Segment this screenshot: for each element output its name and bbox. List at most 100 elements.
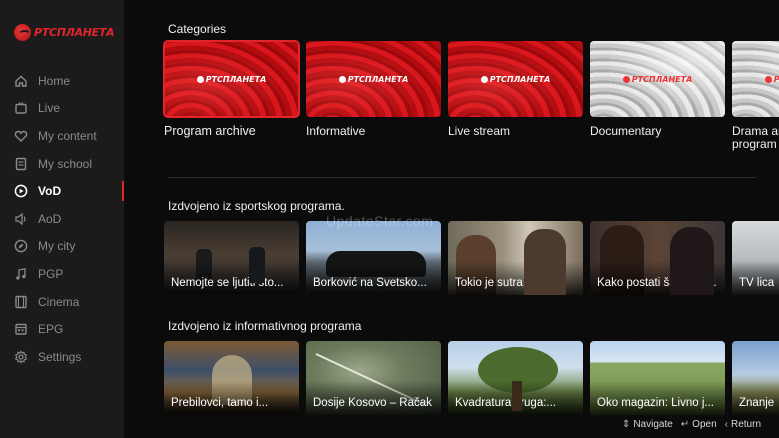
video-card[interactable]: TV lica — [732, 221, 779, 295]
video-card[interactable]: Kvadratura kruga:... — [448, 341, 583, 415]
gear-icon — [14, 349, 28, 364]
hint-open-label: Open — [692, 419, 717, 430]
category-card[interactable]: РТСПЛАНЕТА Informative — [306, 41, 441, 151]
video-card[interactable]: Tokio je sutra, ljudi:... — [448, 221, 583, 295]
category-label: Program archive — [164, 124, 256, 138]
video-thumbnail: Dosije Kosovo – Račak — [306, 341, 441, 415]
hint-navigate-label: Navigate — [633, 419, 673, 430]
brand-logo: РТСПЛАНЕТА — [306, 75, 441, 84]
info-row: Prebilovci, tamo i... Dosije Kosovo – Ra… — [164, 341, 779, 415]
sidebar-item-aod[interactable]: AoD — [0, 205, 124, 233]
video-thumbnail: Kvadratura kruga:... — [448, 341, 583, 415]
hint-navigate: ⇕ Navigate — [622, 419, 673, 430]
video-thumbnail: Borković na Svetsko... — [306, 221, 441, 295]
hint-return: ‹ Return — [725, 419, 761, 430]
sidebar-item-label: Live — [38, 101, 61, 116]
logo-mark-icon — [14, 24, 31, 41]
video-title: Prebilovci, tamo i... — [171, 397, 269, 409]
video-title: Kako postati šampion... — [597, 277, 717, 289]
sidebar-item-pgp[interactable]: PGP — [0, 260, 124, 288]
video-card[interactable]: Borković na Svetsko... — [306, 221, 441, 295]
sidebar: РТСПЛАНЕТА Home Live My content My schoo… — [0, 0, 124, 438]
video-card[interactable]: Oko magazin: Livno j... — [590, 341, 725, 415]
video-title: Borković na Svetsko... — [313, 277, 427, 289]
category-card[interactable]: РТСПЛАНЕТА Program archive — [163, 40, 300, 151]
video-title: Oko magazin: Livno j... — [597, 397, 714, 409]
sidebar-item-label: My school — [38, 156, 93, 171]
category-card[interactable]: РТСПЛАНЕТА Documentary — [590, 41, 725, 151]
video-card[interactable]: Kako postati šampion... — [590, 221, 725, 295]
speaker-icon — [14, 212, 28, 226]
video-thumbnail: Tokio je sutra, ljudi:... — [448, 221, 583, 295]
sidebar-item-settings[interactable]: Settings — [0, 343, 124, 371]
brand-logo: РТСПЛАНЕТА — [590, 75, 725, 84]
sidebar-item-vod[interactable]: VoD — [0, 177, 124, 205]
video-card[interactable]: Znanje — [732, 341, 779, 415]
video-card[interactable]: Dosije Kosovo – Račak — [306, 341, 441, 415]
sports-row: Nemojte se ljutiti što... Borković na Sv… — [164, 221, 779, 295]
sidebar-item-label: PGP — [38, 266, 64, 281]
up-down-arrows-icon: ⇕ — [621, 419, 631, 430]
hint-open: ↵ Open — [681, 419, 717, 430]
video-title: Tokio je sutra, ljudi:... — [455, 277, 563, 289]
section-title-sports: Izdvojeno iz sportskog programa. — [168, 199, 345, 213]
video-thumbnail: Znanje — [732, 341, 779, 415]
brand-logo: РТСПЛАНЕТА — [164, 75, 299, 84]
sidebar-item-label: Cinema — [38, 294, 80, 309]
video-title: TV lica — [739, 277, 775, 289]
section-title-info: Izdvojeno iz informativnog programa — [168, 319, 362, 333]
category-card[interactable]: РТСПЛАНЕТА Live stream — [448, 41, 583, 151]
book-icon — [14, 157, 28, 171]
film-icon — [14, 295, 28, 309]
calendar-icon — [14, 322, 28, 336]
sidebar-item-label: My city — [38, 239, 76, 254]
chevron-left-icon: ‹ — [724, 419, 728, 430]
video-thumbnail: Nemojte se ljutiti što... — [164, 221, 299, 295]
category-thumbnail: РТСПЛАНЕТА — [163, 40, 300, 118]
category-thumbnail: РТСПЛАНЕТА — [732, 41, 779, 117]
category-card[interactable]: РТСПЛАНЕТА Drama and series program — [732, 41, 779, 151]
sidebar-item-my-content[interactable]: My content — [0, 122, 124, 150]
sidebar-item-label: Home — [38, 73, 71, 88]
hint-return-label: Return — [730, 419, 761, 430]
sidebar-item-label: VoD — [38, 184, 62, 199]
sidebar-item-epg[interactable]: EPG — [0, 315, 124, 343]
tv-icon — [14, 101, 28, 115]
category-thumbnail: РТСПЛАНЕТА — [590, 41, 725, 117]
logo-text: РТСПЛАНЕТА — [34, 26, 115, 39]
sidebar-item-cinema[interactable]: Cinema — [0, 288, 124, 316]
sidebar-item-my-school[interactable]: My school — [0, 150, 124, 178]
section-title-categories: Categories — [168, 22, 227, 36]
compass-icon — [14, 239, 28, 253]
heart-icon — [14, 129, 28, 143]
home-icon — [14, 74, 28, 88]
video-title: Dosije Kosovo – Račak — [313, 397, 432, 409]
remote-hints: ⇕ Navigate ↵ Open ‹ Return — [622, 419, 761, 430]
video-title: Znanje — [739, 397, 775, 409]
sidebar-nav: Home Live My content My school VoD AoD M… — [0, 67, 124, 371]
category-thumbnail: РТСПЛАНЕТА — [448, 41, 583, 117]
category-thumbnail: РТСПЛАНЕТА — [306, 41, 441, 117]
video-thumbnail: Oko magazin: Livno j... — [590, 341, 725, 415]
play-circle-icon — [14, 184, 28, 198]
sidebar-item-live[interactable]: Live — [0, 95, 124, 123]
video-thumbnail: TV lica — [732, 221, 779, 295]
sidebar-item-label: My content — [38, 128, 97, 143]
category-label: Drama and series program — [732, 124, 779, 151]
music-note-icon — [14, 267, 28, 281]
sidebar-item-label: AoD — [38, 211, 62, 226]
video-thumbnail: Kako postati šampion... — [590, 221, 725, 295]
sidebar-item-label: Settings — [38, 349, 82, 364]
brand-logo: РТСПЛАНЕТА — [448, 75, 583, 84]
video-title: Kvadratura kruga:... — [455, 397, 556, 409]
video-card[interactable]: Nemojte se ljutiti što... — [164, 221, 299, 295]
section-divider — [168, 177, 756, 178]
enter-icon: ↵ — [680, 419, 690, 430]
category-label: Live stream — [448, 124, 511, 138]
video-card[interactable]: Prebilovci, tamo i... — [164, 341, 299, 415]
video-title: Nemojte se ljutiti što... — [171, 277, 284, 289]
video-thumbnail: Prebilovci, tamo i... — [164, 341, 299, 415]
sidebar-item-home[interactable]: Home — [0, 67, 124, 95]
main-content: Categories РТСПЛАНЕТА Program archive РТ… — [124, 0, 779, 438]
sidebar-item-my-city[interactable]: My city — [0, 233, 124, 261]
